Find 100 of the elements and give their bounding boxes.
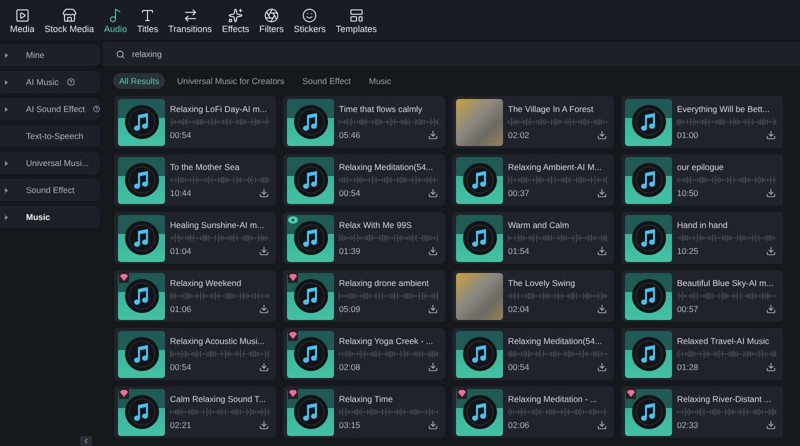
sidebar-item[interactable]: Music: [0, 206, 100, 228]
music-disc-icon: [630, 220, 666, 256]
track-title: our epilogue: [677, 162, 725, 172]
toolbar-tab[interactable]: Stock Media: [40, 4, 98, 36]
track-title: Relaxing Weekend: [170, 278, 242, 288]
track-card[interactable]: Time that flows calmly 05:46: [283, 96, 445, 148]
sidebar-item[interactable]: AI Music: [0, 71, 100, 93]
track-title: Relaxed Travel-AI Music: [677, 336, 770, 346]
sidebar-item[interactable]: Sound Effect: [0, 179, 100, 201]
track-card[interactable]: The Village In A Forest 02:02: [452, 96, 614, 148]
download-button[interactable]: [766, 304, 776, 314]
track-card[interactable]: Beautiful Blue Sky-AI m... 00:57: [621, 270, 783, 322]
download-button[interactable]: [428, 130, 438, 140]
download-button[interactable]: [259, 304, 269, 314]
track-card[interactable]: Relaxing Weekend 01:06: [114, 270, 276, 322]
track-title: Relaxing Meditation(54...: [339, 162, 434, 172]
track-card[interactable]: Relaxing River-Distant ... 02:33: [621, 386, 783, 438]
toolbar-tab[interactable]: Effects: [218, 4, 254, 36]
toolbar-tab[interactable]: Stickers: [290, 4, 330, 36]
track-title: Warm and Calm: [508, 220, 570, 230]
filter-tab[interactable]: All Results: [113, 73, 166, 89]
track-card[interactable]: Hand in hand 10:25: [621, 212, 783, 264]
track-duration: 01:54: [508, 246, 530, 256]
track-title: Relaxing Ambient-AI M...: [508, 162, 603, 172]
download-button[interactable]: [428, 304, 438, 314]
track-card[interactable]: Relaxing Meditation(54... 00:54: [452, 328, 614, 380]
track-duration: 02:08: [339, 362, 360, 372]
music-disc-icon: [630, 104, 666, 140]
track-card[interactable]: Relaxing Time 03:15: [283, 386, 445, 438]
music-disc-icon: [292, 162, 328, 198]
help-icon[interactable]: [92, 105, 100, 113]
track-title: Relaxing Yoga Creek - ...: [339, 336, 434, 346]
track-card[interactable]: Relaxing Ambient-AI M... 00:37: [452, 154, 614, 206]
track-card[interactable]: Calm Relaxing Sound T... 02:21: [114, 386, 276, 438]
download-button[interactable]: [766, 362, 776, 372]
toolbar-tab[interactable]: Media: [6, 4, 39, 36]
download-button[interactable]: [597, 420, 607, 430]
track-duration: 01:04: [170, 246, 192, 256]
download-button[interactable]: [428, 420, 438, 430]
sidebar-item[interactable]: Mine: [0, 44, 100, 66]
download-button[interactable]: [259, 362, 269, 372]
track-duration: 01:39: [339, 246, 360, 256]
download-button[interactable]: [597, 304, 607, 314]
filter-tab[interactable]: Universal Music for Creators: [171, 73, 290, 89]
search-input[interactable]: relaxing: [132, 49, 800, 59]
track-duration: 10:50: [677, 188, 698, 198]
track-card[interactable]: Relaxing Meditation - ... 02:06: [452, 386, 614, 438]
filter-tab[interactable]: Sound Effect: [296, 73, 357, 89]
track-title: Relaxing Time: [339, 394, 394, 404]
toolbar-tab[interactable]: Audio: [100, 4, 132, 36]
track-card[interactable]: Relaxing drone ambient 05:09: [283, 270, 445, 322]
download-button[interactable]: [766, 246, 776, 256]
download-button[interactable]: [766, 420, 776, 430]
track-card[interactable]: The Lovely Swing 02:04: [452, 270, 614, 322]
track-duration: 01:00: [677, 130, 698, 140]
track-card[interactable]: Warm and Calm 01:54: [452, 212, 614, 264]
toolbar-tab[interactable]: Filters: [255, 4, 288, 36]
sidebar-item[interactable]: Text-to-Speech: [0, 125, 100, 147]
download-button[interactable]: [766, 188, 776, 198]
track-card[interactable]: Relaxing LoFi Day-AI m... 00:54: [114, 96, 276, 148]
download-button[interactable]: [597, 362, 607, 372]
track-card[interactable]: Everything Will be Bett... 01:00: [621, 96, 783, 148]
track-duration: 00:54: [508, 362, 530, 372]
collapse-button[interactable]: [80, 436, 92, 446]
track-card[interactable]: our epilogue 10:50: [621, 154, 783, 206]
download-button[interactable]: [597, 246, 607, 256]
toolbar-tab[interactable]: Titles: [133, 4, 162, 36]
search-field[interactable]: relaxing: [103, 42, 800, 66]
download-button[interactable]: [428, 188, 438, 198]
download-button[interactable]: [428, 362, 438, 372]
download-button[interactable]: [259, 188, 269, 198]
help-icon[interactable]: [66, 78, 75, 86]
track-card[interactable]: Healing Sunshine-AI m... 01:04: [114, 212, 276, 264]
download-button[interactable]: [766, 130, 776, 140]
template-icon: [348, 8, 364, 23]
track-title: Relaxing Acoustic Musi...: [170, 336, 266, 346]
track-duration: 00:54: [170, 130, 192, 140]
track-title: Relaxing River-Distant ...: [677, 394, 772, 404]
filter-tab[interactable]: Music: [362, 73, 398, 89]
track-card[interactable]: To the Mother Sea 10:44: [114, 154, 276, 206]
expand-arrow-icon: [4, 160, 9, 166]
download-button[interactable]: [428, 246, 438, 256]
track-title: Hand in hand: [677, 220, 729, 230]
track-card[interactable]: Relax With Me 99S 01:39: [283, 212, 445, 264]
download-button[interactable]: [259, 420, 269, 430]
expand-arrow-icon: [4, 80, 9, 84]
track-card[interactable]: Relaxing Meditation(54... 00:54: [283, 154, 445, 206]
download-button[interactable]: [259, 246, 269, 256]
toolbar-tab[interactable]: Transitions: [164, 4, 216, 36]
text-icon: [140, 8, 156, 23]
sidebar-item[interactable]: Universal Musi...: [0, 152, 100, 174]
toolbar-tab[interactable]: Templates: [332, 4, 381, 36]
music-disc-icon: [292, 104, 328, 140]
download-button[interactable]: [597, 130, 607, 140]
sidebar-item[interactable]: AI Sound Effect: [0, 98, 100, 120]
track-card[interactable]: Relaxing Acoustic Musi... 00:54: [114, 328, 276, 380]
download-button[interactable]: [597, 188, 607, 198]
track-card[interactable]: Relaxed Travel-AI Music 01:28: [621, 328, 783, 380]
track-card[interactable]: Relaxing Yoga Creek - ... 02:08: [283, 328, 445, 380]
music-disc-icon: [124, 162, 160, 198]
